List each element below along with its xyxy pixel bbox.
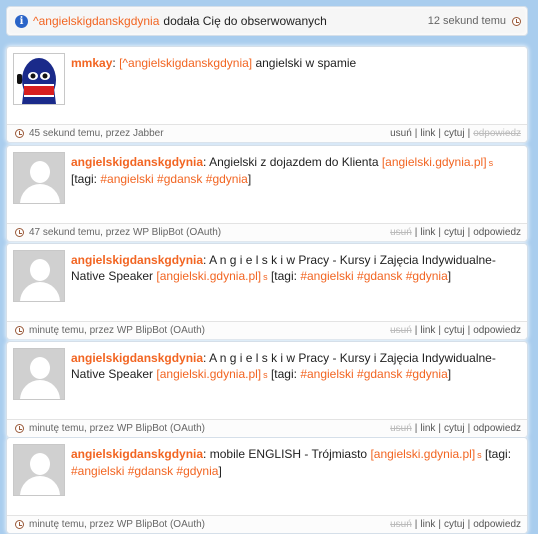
url-link[interactable]: [angielski.gdynia.pl] (156, 269, 261, 283)
avatar[interactable] (13, 348, 65, 400)
author-link[interactable]: mmkay (71, 56, 112, 70)
post-actions: usuń | link | cytuj | odpowiedz (390, 519, 521, 530)
tags-suffix: ] (247, 172, 252, 186)
post-actions: usuń | link | cytuj | odpowiedz (390, 128, 521, 139)
post-time[interactable]: minutę temu, przez WP BlipBot (OAuth) (29, 423, 205, 434)
avatar[interactable] (13, 53, 65, 105)
tags-suffix: ] (447, 367, 452, 381)
notice-text: dodała Cię do obserwowanych (163, 14, 327, 28)
recipient-link[interactable]: [^angielskigdanskgdynia] (119, 56, 252, 70)
avatar[interactable] (13, 444, 65, 496)
reply-link: odpowiedz (473, 128, 521, 139)
clock-icon (15, 228, 24, 237)
post-time[interactable]: 45 sekund temu, przez Jabber (29, 128, 164, 139)
info-icon: i (15, 14, 28, 28)
post-meta: 47 sekund temu, przez WP BlipBot (OAuth)… (7, 223, 527, 241)
post-text: Angielski z dojazdem do Klienta (206, 155, 382, 169)
avatar[interactable] (13, 152, 65, 204)
post-meta: minutę temu, przez WP BlipBot (OAuth) us… (7, 321, 527, 339)
clock-icon (15, 129, 24, 138)
post-content: angielskigdanskgdynia: A n g i e l s k i… (71, 252, 513, 285)
post-actions: usuń | link | cytuj | odpowiedz (390, 227, 521, 238)
post-text: mobile ENGLISH - Trójmiasto (206, 447, 371, 461)
post-content: angielskigdanskgdynia: mobile ENGLISH - … (71, 446, 513, 479)
url-link[interactable]: [angielski.gdynia.pl] (370, 447, 475, 461)
reply-link[interactable]: odpowiedz (473, 519, 521, 530)
stream: i ^angielskigdanskgdynia dodała Cię do o… (0, 0, 538, 534)
author-link[interactable]: angielskigdanskgdynia (71, 155, 203, 169)
reply-link[interactable]: odpowiedz (473, 423, 521, 434)
avatar[interactable] (13, 250, 65, 302)
notice-user-link[interactable]: ^angielskigdanskgdynia (33, 14, 159, 28)
link-link[interactable]: link (420, 423, 435, 434)
delete-link: usuń (390, 519, 412, 530)
tags-link[interactable]: #angielski #gdansk #gdynia (71, 464, 218, 478)
author-link[interactable]: angielskigdanskgdynia (71, 351, 203, 365)
tags-prefix: [tagi: (481, 447, 512, 461)
post-meta: 45 sekund temu, przez Jabber usuń | link |… (7, 124, 527, 142)
quote-link[interactable]: cytuj (444, 519, 465, 530)
tags-prefix: [tagi: (267, 269, 301, 283)
clock-icon (15, 326, 24, 335)
status-post: angielskigdanskgdynia: mobile ENGLISH - … (6, 437, 528, 534)
post-content: mmkay: [^angielskigdanskgdynia] angielsk… (71, 55, 513, 71)
short-link-icon[interactable]: s (489, 158, 494, 168)
link-link[interactable]: link (420, 227, 435, 238)
delete-link: usuń (390, 423, 412, 434)
tags-link[interactable]: #angielski #gdansk #gdynia (300, 367, 447, 381)
quote-link[interactable]: cytuj (444, 128, 465, 139)
clock-icon (15, 424, 24, 433)
quote-link[interactable]: cytuj (444, 423, 465, 434)
post-time[interactable]: minutę temu, przez WP BlipBot (OAuth) (29, 519, 205, 530)
post-actions: usuń | link | cytuj | odpowiedz (390, 423, 521, 434)
delete-link: usuń (390, 227, 412, 238)
quote-link[interactable]: cytuj (444, 227, 465, 238)
post-content: angielskigdanskgdynia: A n g i e l s k i… (71, 350, 513, 383)
tags-prefix: [tagi: (267, 367, 301, 381)
post-meta: minutę temu, przez WP BlipBot (OAuth) us… (7, 515, 527, 533)
tags-suffix: ] (447, 269, 452, 283)
post-content: angielskigdanskgdynia: Angielski z dojaz… (71, 154, 513, 187)
post-actions: usuń | link | cytuj | odpowiedz (390, 325, 521, 336)
post-time[interactable]: minutę temu, przez WP BlipBot (OAuth) (29, 325, 205, 336)
author-separator: : (112, 56, 116, 70)
author-link[interactable]: angielskigdanskgdynia (71, 253, 203, 267)
notice-time[interactable]: 12 sekund temu (428, 15, 506, 27)
avatar-mask-icon (17, 58, 56, 104)
quote-link[interactable]: cytuj (444, 325, 465, 336)
tags-suffix: ] (218, 464, 222, 478)
clock-icon (512, 16, 521, 26)
status-post: mmkay: [^angielskigdanskgdynia] angielsk… (6, 46, 528, 143)
status-post: angielskigdanskgdynia: Angielski z dojaz… (6, 145, 528, 242)
status-post: angielskigdanskgdynia: A n g i e l s k i… (6, 341, 528, 438)
post-meta: minutę temu, przez WP BlipBot (OAuth) us… (7, 419, 527, 437)
tags-link[interactable]: #angielski #gdansk #gdynia (300, 269, 447, 283)
link-link[interactable]: link (420, 325, 435, 336)
author-link[interactable]: angielskigdanskgdynia (71, 447, 203, 461)
delete-link: usuń (390, 325, 412, 336)
link-link[interactable]: link (420, 128, 435, 139)
reply-link[interactable]: odpowiedz (473, 227, 521, 238)
delete-link[interactable]: usuń (390, 128, 412, 139)
tags-link[interactable]: #angielski #gdansk #gdynia (100, 172, 247, 186)
status-post: angielskigdanskgdynia: A n g i e l s k i… (6, 243, 528, 340)
reply-link[interactable]: odpowiedz (473, 325, 521, 336)
post-time[interactable]: 47 sekund temu, przez WP BlipBot (OAuth) (29, 227, 221, 238)
clock-icon (15, 520, 24, 529)
post-text: angielski w spamie (252, 56, 357, 70)
link-link[interactable]: link (420, 519, 435, 530)
url-link[interactable]: [angielski.gdynia.pl] (382, 155, 487, 169)
tags-prefix: [tagi: (71, 172, 101, 186)
follow-notice: i ^angielskigdanskgdynia dodała Cię do o… (6, 6, 528, 36)
url-link[interactable]: [angielski.gdynia.pl] (156, 367, 261, 381)
